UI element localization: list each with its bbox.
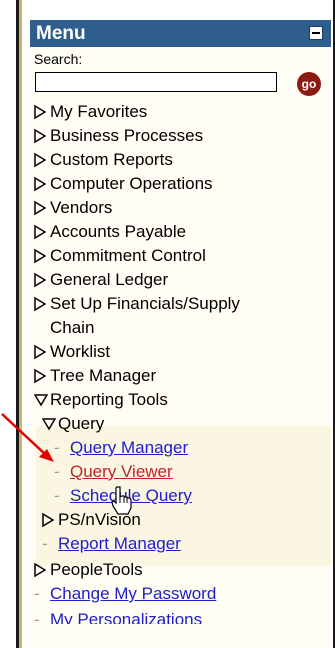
hand-cursor-icon [111, 486, 132, 515]
annotation-arrow-icon [1, 413, 54, 462]
